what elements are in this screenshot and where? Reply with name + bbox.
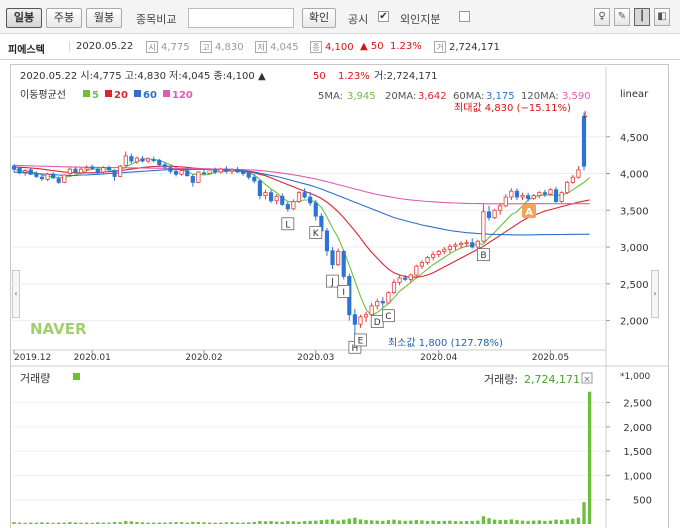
toolbar: 일봉 주봉 월봉 종목비교 확인 공시 ✔ 외인지분 ♀ ✎ ┃ ◧ xyxy=(0,0,680,34)
change-pct: 1.23% xyxy=(390,41,422,52)
settings-icon[interactable]: ◧ xyxy=(654,8,670,26)
open-icon: 시 xyxy=(146,41,158,53)
volume-icon: 거 xyxy=(434,41,446,53)
volume-value: 2,724,171 xyxy=(449,42,500,53)
left-scroll-handle[interactable]: ‹ xyxy=(12,270,20,318)
candle-type-icon[interactable]: ┃ xyxy=(634,8,650,26)
right-scroll-handle[interactable]: › xyxy=(651,270,659,318)
compare-input[interactable] xyxy=(188,8,294,28)
close-field: 종 4,100 xyxy=(310,41,354,53)
bulb-icon[interactable]: ♀ xyxy=(594,8,610,26)
compare-label: 종목비교 xyxy=(136,13,177,26)
period-daily-button[interactable]: 일봉 xyxy=(6,8,42,28)
high-value: 4,830 xyxy=(215,42,244,53)
high-field: 고 4,830 xyxy=(200,41,244,53)
high-icon: 고 xyxy=(200,41,212,53)
foreign-checkbox[interactable] xyxy=(459,11,470,22)
info-date: 2020.05.22 xyxy=(76,41,134,52)
confirm-button[interactable]: 확인 xyxy=(302,8,336,28)
volume-field: 거 2,724,171 xyxy=(434,41,500,53)
low-value: 4,045 xyxy=(270,42,299,53)
disclosure-label: 공시 xyxy=(348,13,369,26)
pen-icon[interactable]: ✎ xyxy=(614,8,630,26)
close-value: 4,100 xyxy=(325,42,354,53)
open-value: 4,775 xyxy=(161,42,190,53)
open-field: 시 4,775 xyxy=(146,41,190,53)
chart-frame xyxy=(10,64,669,528)
stock-name: 피에스텍 xyxy=(8,45,45,56)
disclosure-checkbox[interactable]: ✔ xyxy=(378,11,389,22)
period-monthly-button[interactable]: 월봉 xyxy=(86,8,122,28)
low-field: 저 4,045 xyxy=(255,41,299,53)
period-weekly-button[interactable]: 주봉 xyxy=(46,8,82,28)
low-icon: 저 xyxy=(255,41,267,53)
foreign-label: 외인지분 xyxy=(400,13,441,26)
change-value: ▲ 50 xyxy=(360,41,384,52)
info-bar: 피에스텍 | 2020.05.22 시 4,775 고 4,830 저 4,045 종… xyxy=(0,34,680,60)
close-icon: 종 xyxy=(310,41,322,53)
separator: | xyxy=(68,41,72,52)
